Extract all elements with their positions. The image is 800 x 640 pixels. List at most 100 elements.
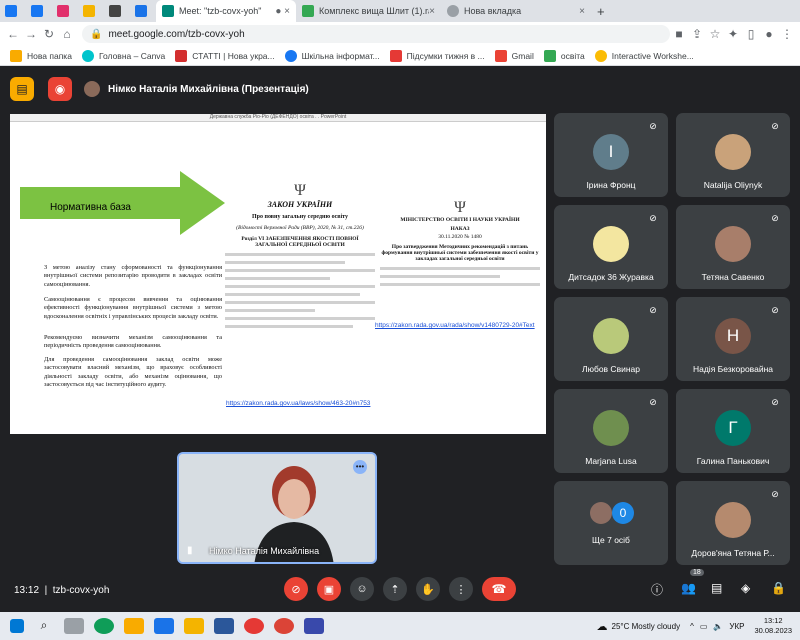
participant-tile[interactable]: ⊘ Natalija Oliynyk (676, 113, 790, 197)
more-participants-tile[interactable]: 0 Ще 7 осіб (554, 481, 668, 565)
leave-call-button[interactable]: ☎ (482, 577, 516, 601)
opera-icon[interactable] (244, 618, 264, 634)
clock[interactable]: 13:12 30.08.2023 (754, 616, 792, 636)
pinned-tab-4[interactable] (78, 0, 104, 22)
back-icon[interactable]: ← (4, 27, 22, 41)
mail-icon[interactable] (154, 618, 174, 634)
sidepanel-icon[interactable]: ▯ (742, 27, 760, 41)
participant-tile[interactable]: ⊘ Тетяна Савенко (676, 205, 790, 289)
meeting-code: tzb-covx-yoh (52, 584, 110, 596)
bookmark-item[interactable]: Шкільна інформат... (284, 49, 380, 62)
participant-tile[interactable]: ⊘ Любов Свинар (554, 297, 668, 381)
bookmark-label: СТАТТІ | Нова укра... (192, 50, 275, 61)
pinned-tab-6[interactable] (130, 0, 156, 22)
tab-drive[interactable]: Комплекс вища Шлит (1).rar - G× (296, 0, 441, 22)
network-icon[interactable]: ▭ (700, 622, 708, 631)
participant-tile[interactable]: ⊘ Г Галина Панькович (676, 389, 790, 473)
more-options-button[interactable]: ⋮ (449, 577, 473, 601)
share-icon[interactable]: ⇪ (688, 27, 706, 41)
tab-new[interactable]: Нова вкладка × (441, 0, 591, 22)
record-status-icon[interactable]: ◉ (48, 77, 72, 101)
bookmark-label: Нова папка (27, 50, 72, 61)
divider (380, 275, 500, 278)
camera-icon[interactable]: ■ (670, 27, 688, 41)
word-icon[interactable] (214, 618, 234, 634)
order-link[interactable]: https://zakon.rada.gov.ua/rada/show/v148… (375, 322, 535, 329)
self-video-tile[interactable]: ••• ▮ Німко Наталія Михайлівна (177, 452, 377, 564)
pinned-tab-5[interactable] (104, 0, 130, 22)
pinned-tab-1[interactable] (0, 0, 26, 22)
file-manager-icon[interactable] (184, 618, 204, 634)
emoji-button[interactable]: ☺ (350, 577, 374, 601)
presenter-title: Німко Наталія Михайлівна (Презентація) (84, 81, 309, 97)
task-view-icon[interactable] (64, 618, 84, 634)
pinned-tab-3[interactable] (52, 0, 78, 22)
recording-icon[interactable]: ▤ (10, 77, 34, 101)
volume-icon[interactable]: 🔈 (713, 622, 723, 631)
arrow-label: Нормативна база (50, 202, 131, 213)
drive-icon (302, 5, 314, 17)
home-icon[interactable]: ⌂ (58, 27, 76, 41)
profile-avatar[interactable]: ● (760, 27, 778, 41)
order-subtitle: Про затвердження Методичних рекомендацій… (381, 244, 539, 262)
pinned-tab-2[interactable] (26, 0, 52, 22)
present-button[interactable]: ⇡ (383, 577, 407, 601)
facebook-icon (4, 5, 17, 17)
close-icon[interactable]: ● × (275, 6, 290, 17)
new-tab-button[interactable]: + (591, 0, 611, 22)
law-link[interactable]: https://zakon.rada.gov.ua/laws/show/463-… (226, 400, 370, 407)
menu-icon[interactable]: ⋮ (778, 27, 796, 41)
language-indicator[interactable]: УКР (729, 622, 744, 631)
divider (225, 269, 375, 272)
close-icon[interactable]: × (579, 6, 585, 17)
host-controls-icon[interactable]: 🔒 (771, 581, 786, 595)
bookmark-item[interactable]: СТАТТІ | Нова укра... (175, 49, 275, 62)
star-icon[interactable]: ☆ (706, 27, 724, 41)
order-title: НАКАЗ (450, 226, 470, 232)
file-explorer-icon[interactable] (124, 618, 144, 634)
tray-chevron-icon[interactable]: ^ (690, 622, 694, 631)
info-icon[interactable]: ⓘ (651, 581, 663, 598)
chat-icon[interactable]: ▤ (711, 581, 722, 595)
participant-name: Галина Панькович (696, 456, 770, 466)
shared-presentation: Державна служба Ріо-Ріо (ДЕФЕНДО) освіта… (10, 114, 546, 434)
bookmark-item[interactable]: освіта (543, 49, 585, 62)
participant-tile[interactable]: ⊘ Дитсадок 36 Журавка (554, 205, 668, 289)
instagram-icon (56, 5, 69, 17)
law-reference: (Відомості Верховної Ради (ВВР), 2020, №… (236, 225, 364, 231)
app-icon[interactable] (304, 618, 324, 634)
reload-icon[interactable]: ↻ (40, 27, 58, 41)
bookmark-item[interactable]: Нова папка (10, 49, 72, 62)
camera-toggle-button[interactable]: ▣ (317, 577, 341, 601)
activities-icon[interactable]: ◈ (741, 581, 750, 595)
tab-meet[interactable]: Meet: "tzb-covx-yoh" ● × (156, 0, 296, 22)
bookmark-label: Підсумки тижня в ... (406, 50, 485, 61)
bookmark-item[interactable]: Interactive Workshe... (594, 49, 694, 62)
bookmark-item[interactable]: Gmail (494, 49, 534, 62)
more-options-icon[interactable]: ••• (353, 460, 367, 474)
forward-icon[interactable]: → (22, 27, 40, 41)
address-bar[interactable]: 🔒 meet.google.com/tzb-covx-yoh (82, 25, 670, 43)
meeting-info: 13:12 | tzb-covx-yoh (14, 584, 110, 596)
participant-tile[interactable]: ⊘ Marjana Lusa (554, 389, 668, 473)
participant-name: Надія Безкоровайна (692, 364, 773, 374)
avatar (715, 134, 751, 170)
chrome-icon[interactable] (274, 618, 294, 634)
participant-tile[interactable]: ⊘ І Ірина Фронц (554, 113, 668, 197)
search-icon[interactable]: ⌕ (34, 618, 54, 634)
bookmark-item[interactable]: Підсумки тижня в ... (389, 49, 485, 62)
participant-tile[interactable]: ⊘ Н Надія Безкоровайна (676, 297, 790, 381)
extensions-icon[interactable]: ✦ (724, 27, 742, 41)
bookmark-item[interactable]: Головна – Canva (81, 49, 165, 62)
law-subtitle: Про повну загальну середню освіту (251, 214, 349, 220)
edge-icon[interactable] (94, 618, 114, 634)
people-icon[interactable]: 👥 (681, 581, 696, 595)
raise-hand-button[interactable]: ✋ (416, 577, 440, 601)
drive-icon (543, 49, 556, 62)
participant-tile[interactable]: ⊘ Доров'яна Тетяна Р... (676, 481, 790, 565)
avatar (593, 318, 629, 354)
mic-toggle-button[interactable]: ⊘ (284, 577, 308, 601)
self-name: Німко Наталія Михайлівна (209, 546, 320, 556)
windows-start-icon[interactable] (10, 619, 24, 633)
close-icon[interactable]: × (429, 6, 435, 17)
